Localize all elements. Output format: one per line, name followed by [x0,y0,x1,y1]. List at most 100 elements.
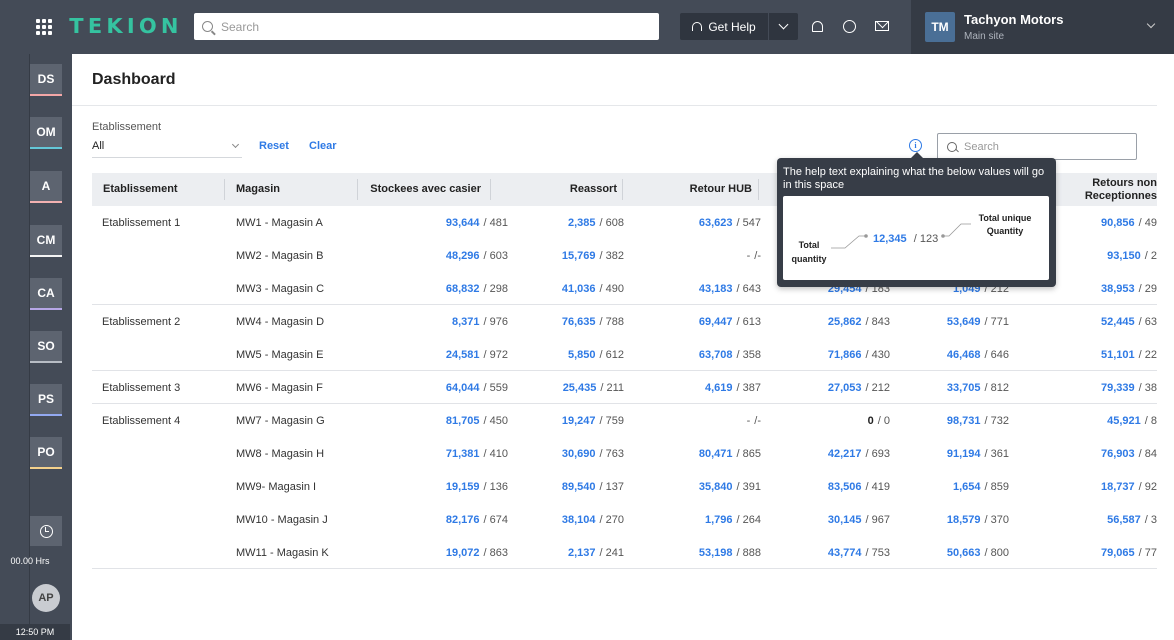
value-cell[interactable]: 51,101/ 22 [1037,338,1157,371]
value-quantity[interactable]: 81,705 [446,415,480,427]
value-quantity[interactable]: 43,774 [828,547,862,559]
value-cell[interactable]: 15,769/ 382 [504,239,624,272]
value-cell[interactable]: -/- [641,239,761,272]
clock-button[interactable] [30,516,62,546]
value-quantity[interactable]: 63,708 [699,349,733,361]
value-quantity[interactable]: 0 [868,415,874,427]
value-cell[interactable]: 30,690/ 763 [504,437,624,470]
value-quantity[interactable]: 5,850 [568,349,596,361]
value-cell[interactable]: 18,579/ 370 [889,503,1009,536]
value-quantity[interactable]: 69,447 [699,316,733,328]
value-quantity[interactable]: 83,506 [828,481,862,493]
value-quantity[interactable]: 45,921 [1107,415,1141,427]
value-cell[interactable]: 79,065/ 77 [1037,536,1157,569]
value-cell[interactable]: 4,619/ 387 [641,371,761,404]
value-cell[interactable]: 53,198/ 888 [641,536,761,569]
reset-button[interactable]: Reset [259,140,289,152]
value-cell[interactable]: 48,296/ 603 [388,239,508,272]
info-icon[interactable]: i [909,139,922,152]
value-cell[interactable]: 71,381/ 410 [388,437,508,470]
value-cell[interactable]: 8,371/ 976 [388,305,508,338]
value-quantity[interactable]: 46,468 [947,349,981,361]
value-cell[interactable]: 24,581/ 972 [388,338,508,371]
value-quantity[interactable]: 38,104 [562,514,596,526]
value-quantity[interactable]: 63,623 [699,217,733,229]
value-quantity[interactable]: 18,579 [947,514,981,526]
value-quantity[interactable]: 1,654 [953,481,981,493]
column-header[interactable]: Magasin [236,173,356,206]
value-cell[interactable]: 50,663/ 800 [889,536,1009,569]
value-cell[interactable]: 19,247/ 759 [504,404,624,437]
value-cell[interactable]: 18,737/ 92 [1037,470,1157,503]
value-quantity[interactable]: - [747,250,751,262]
value-cell[interactable]: 30,145/ 967 [770,503,890,536]
value-cell[interactable]: 63,708/ 358 [641,338,761,371]
dealer-switcher[interactable]: TM Tachyon Motors Main site [911,0,1174,54]
column-header[interactable]: Retour HUB [632,173,752,206]
user-avatar[interactable]: AP [32,584,60,612]
value-quantity[interactable]: 15,769 [562,250,596,262]
value-quantity[interactable]: 25,862 [828,316,862,328]
value-quantity[interactable]: 43,183 [699,283,733,295]
value-cell[interactable]: 81,705/ 450 [388,404,508,437]
value-cell[interactable]: 25,862/ 843 [770,305,890,338]
value-quantity[interactable]: 71,866 [828,349,862,361]
value-cell[interactable]: 2,137/ 241 [504,536,624,569]
column-header[interactable]: Etablissement [103,173,223,206]
value-quantity[interactable]: 53,198 [699,547,733,559]
value-cell[interactable]: 52,445/ 63 [1037,305,1157,338]
value-quantity[interactable]: 79,065 [1101,547,1135,559]
value-cell[interactable]: 68,832/ 298 [388,272,508,305]
global-search[interactable] [194,13,659,40]
sidebar-item-cm[interactable]: CM [30,225,62,257]
value-quantity[interactable]: 76,903 [1101,448,1135,460]
value-quantity[interactable]: 18,737 [1101,481,1135,493]
value-quantity[interactable]: 33,705 [947,382,981,394]
clear-button[interactable]: Clear [309,140,337,152]
value-cell[interactable]: 71,866/ 430 [770,338,890,371]
value-quantity[interactable]: 56,587 [1107,514,1141,526]
value-quantity[interactable]: 93,644 [446,217,480,229]
value-cell[interactable]: 41,036/ 490 [504,272,624,305]
value-cell[interactable]: 38,104/ 270 [504,503,624,536]
value-quantity[interactable]: 24,581 [446,349,480,361]
sidebar-item-ps[interactable]: PS [30,384,62,416]
table-search-input[interactable] [964,140,1124,153]
notifications-bell-icon[interactable] [808,17,826,35]
value-quantity[interactable]: 93,150 [1107,250,1141,262]
value-quantity[interactable]: 38,953 [1101,283,1135,295]
value-cell[interactable]: 43,183/ 643 [641,272,761,305]
value-cell[interactable]: 25,435/ 211 [504,371,624,404]
value-quantity[interactable]: 2,137 [568,547,596,559]
value-cell[interactable]: 76,635/ 788 [504,305,624,338]
value-cell[interactable]: 35,840/ 391 [641,470,761,503]
value-cell[interactable]: 82,176/ 674 [388,503,508,536]
value-quantity[interactable]: 71,381 [446,448,480,460]
sidebar-item-ds[interactable]: DS [30,64,62,96]
column-header[interactable]: Stockees avec casier [358,173,481,206]
value-cell[interactable]: 1,796/ 264 [641,503,761,536]
sidebar-item-so[interactable]: SO [30,331,62,363]
value-cell[interactable]: 63,623/ 547 [641,206,761,239]
value-quantity[interactable]: 98,731 [947,415,981,427]
value-cell[interactable]: 1,654/ 859 [889,470,1009,503]
value-cell[interactable]: 80,471/ 865 [641,437,761,470]
value-quantity[interactable]: 79,339 [1101,382,1135,394]
value-quantity[interactable]: 30,690 [562,448,596,460]
mail-icon[interactable] [873,17,891,35]
sidebar-item-a[interactable]: A [30,171,62,203]
value-quantity[interactable]: 48,296 [446,250,480,262]
value-quantity[interactable]: 82,176 [446,514,480,526]
value-cell[interactable]: 56,587/ 3 [1037,503,1157,536]
value-cell[interactable]: 45,921/ 8 [1037,404,1157,437]
value-quantity[interactable]: 41,036 [562,283,596,295]
value-cell[interactable]: 5,850/ 612 [504,338,624,371]
value-quantity[interactable]: 2,385 [568,217,596,229]
sidebar-item-po[interactable]: PO [30,437,62,469]
value-quantity[interactable]: 50,663 [947,547,981,559]
value-quantity[interactable]: 1,796 [705,514,733,526]
value-cell[interactable]: 19,159/ 136 [388,470,508,503]
value-cell[interactable]: 27,053/ 212 [770,371,890,404]
value-cell[interactable]: 79,339/ 38 [1037,371,1157,404]
value-cell[interactable]: 46,468/ 646 [889,338,1009,371]
